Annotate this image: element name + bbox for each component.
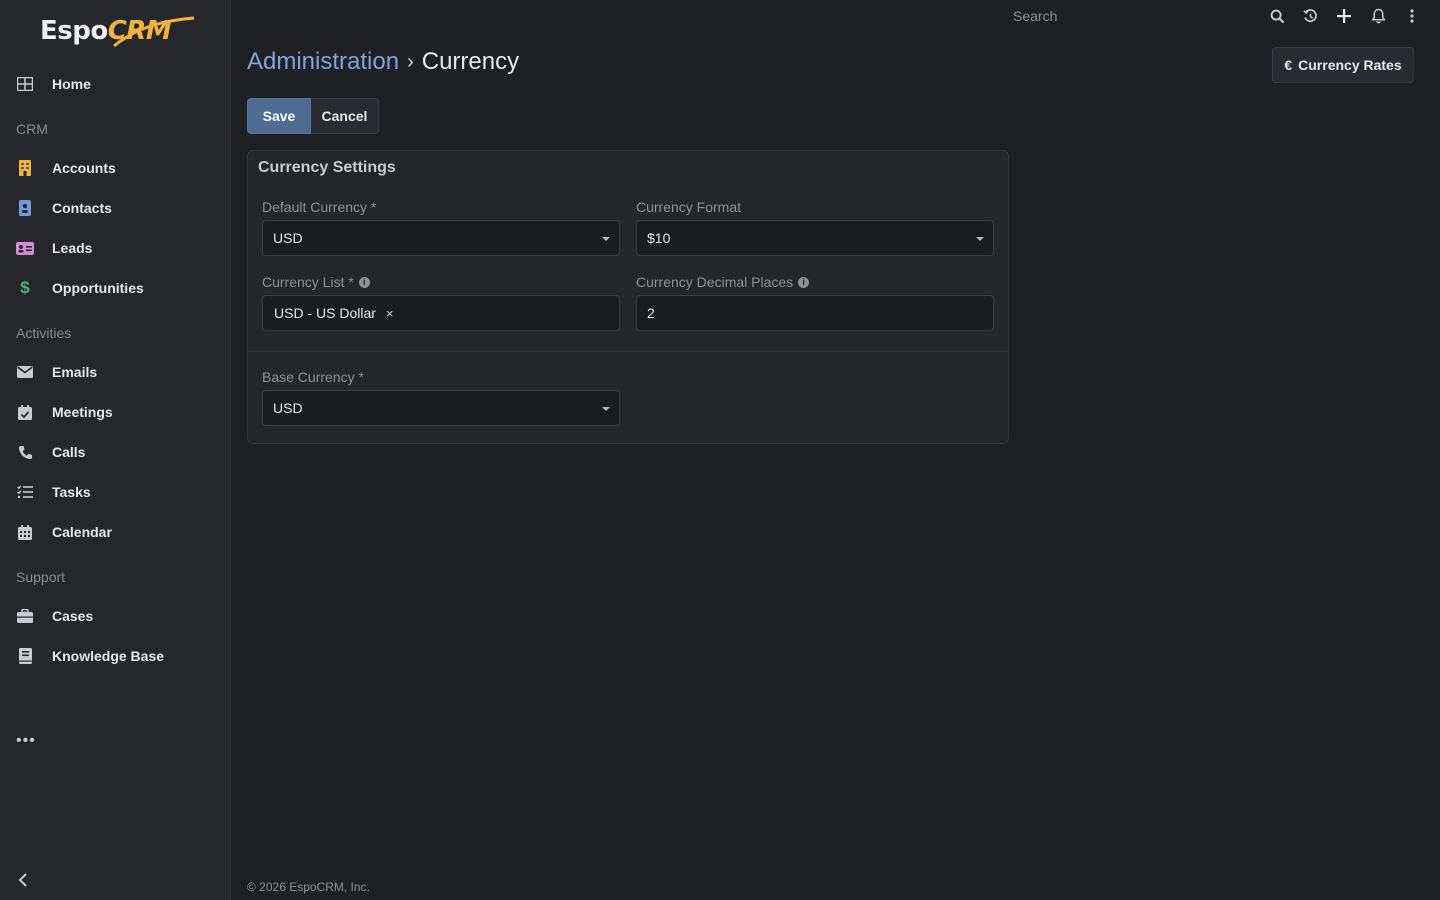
default-currency-select[interactable]: USD: [262, 220, 620, 256]
nav-group-support: Support: [16, 569, 66, 585]
default-currency-value: USD: [273, 230, 303, 246]
contact-card-icon: [16, 199, 34, 217]
base-currency-select[interactable]: USD: [262, 390, 620, 426]
currency-settings-panel: Currency Settings Default Currency * USD…: [247, 150, 1009, 444]
remove-chip-icon[interactable]: ×: [386, 306, 394, 321]
id-card-icon: [16, 239, 34, 257]
sidebar-item-label: Home: [52, 76, 91, 92]
info-icon[interactable]: i: [358, 276, 370, 288]
history-icon: [1302, 8, 1317, 22]
envelope-icon: [16, 363, 34, 381]
notifications-button[interactable]: [1368, 6, 1388, 26]
nav-group-activities: Activities: [16, 325, 72, 341]
vertical-dots-icon: [1410, 9, 1414, 23]
decimal-places-input[interactable]: 2: [636, 295, 994, 331]
sidebar-item-accounts[interactable]: Accounts: [0, 148, 231, 188]
default-currency-label: Default Currency *: [262, 199, 377, 215]
briefcase-icon: [16, 607, 34, 625]
sidebar-item-contacts[interactable]: Contacts: [0, 188, 231, 228]
euro-icon: €: [1284, 57, 1293, 73]
espocrm-logo[interactable]: EspoCRM: [40, 14, 200, 54]
decimal-places-value: 2: [647, 305, 655, 321]
menu-button[interactable]: [1402, 6, 1422, 26]
sidebar-item-label: Calendar: [52, 524, 112, 540]
currency-format-value: $10: [647, 230, 671, 246]
logo-swoosh-icon: [113, 16, 195, 48]
breadcrumb-separator: ›: [407, 50, 414, 73]
save-button[interactable]: Save: [247, 98, 311, 134]
info-icon[interactable]: i: [798, 276, 810, 288]
sidebar-item-label: Tasks: [52, 484, 91, 500]
sidebar-item-opportunities[interactable]: $ Opportunities: [0, 268, 231, 308]
sidebar-item-label: Meetings: [52, 404, 113, 420]
cancel-button[interactable]: Cancel: [311, 98, 379, 134]
plus-icon: [1337, 9, 1351, 23]
quick-create-button[interactable]: [1334, 6, 1354, 26]
currency-format-label: Currency Format: [636, 199, 742, 215]
sidebar-item-calls[interactable]: Calls: [0, 432, 231, 472]
sidebar-item-label: Accounts: [52, 160, 116, 176]
currency-chip: USD - US Dollar ×: [274, 305, 394, 321]
sidebar-item-label: Opportunities: [52, 280, 144, 296]
history-button[interactable]: [1300, 6, 1320, 26]
sidebar-item-label: Calls: [52, 444, 86, 460]
chevron-left-icon: [18, 873, 27, 887]
page-title: Currency: [421, 48, 520, 75]
currency-format-select[interactable]: $10: [636, 220, 994, 256]
currency-rates-button[interactable]: € Currency Rates: [1272, 47, 1414, 83]
sidebar-item-leads[interactable]: Leads: [0, 228, 231, 268]
sidebar-item-tasks[interactable]: Tasks: [0, 472, 231, 512]
dollar-icon: $: [20, 278, 30, 297]
sidebar: EspoCRM Home CRM Accounts Contacts Leads…: [0, 0, 231, 900]
home-grid-icon: [16, 75, 34, 93]
sidebar-item-label: Contacts: [52, 200, 112, 216]
collapse-sidebar-button[interactable]: [16, 872, 30, 893]
more-menu-button[interactable]: •••: [16, 732, 36, 750]
phone-icon: [16, 443, 34, 461]
bell-icon: [1370, 8, 1386, 24]
currency-chip-label: USD - US Dollar: [274, 305, 376, 321]
sidebar-item-cases[interactable]: Cases: [0, 596, 231, 636]
base-currency-value: USD: [273, 400, 303, 416]
sidebar-item-label: Cases: [52, 608, 94, 624]
sidebar-item-label: Knowledge Base: [52, 648, 165, 664]
sidebar-item-label: Emails: [52, 364, 98, 380]
caret-down-icon: [976, 237, 984, 241]
currency-list-multiselect[interactable]: USD - US Dollar ×: [262, 295, 620, 331]
building-icon: [16, 159, 34, 177]
sidebar-item-label: Leads: [52, 240, 93, 256]
sidebar-item-meetings[interactable]: Meetings: [0, 392, 231, 432]
breadcrumb: Administration › Currency: [247, 48, 519, 76]
currency-list-label: Currency List * i: [262, 274, 370, 290]
calendar-icon: [16, 523, 34, 541]
base-currency-label: Base Currency *: [262, 369, 364, 385]
sidebar-item-home[interactable]: Home: [0, 64, 231, 104]
sidebar-item-knowledge-base[interactable]: Knowledge Base: [0, 636, 231, 676]
panel-title: Currency Settings: [258, 159, 396, 176]
book-icon: [16, 647, 34, 665]
footer-copyright: © 2026 EspoCRM, Inc.: [247, 880, 370, 894]
task-list-icon: [16, 483, 34, 501]
search-button[interactable]: [1267, 6, 1287, 26]
decimal-places-label: Currency Decimal Places i: [636, 274, 810, 290]
nav-group-crm: CRM: [16, 121, 48, 137]
panel-divider: [248, 351, 1008, 352]
action-buttons: Save Cancel: [247, 98, 379, 134]
calendar-check-icon: [16, 403, 34, 421]
search-input[interactable]: Search: [1013, 8, 1057, 24]
currency-rates-label: Currency Rates: [1298, 57, 1402, 73]
sidebar-item-calendar[interactable]: Calendar: [0, 512, 231, 552]
search-icon: [1270, 9, 1284, 23]
breadcrumb-administration-link[interactable]: Administration: [247, 48, 399, 76]
caret-down-icon: [602, 237, 610, 241]
caret-down-icon: [602, 407, 610, 411]
sidebar-item-emails[interactable]: Emails: [0, 352, 231, 392]
